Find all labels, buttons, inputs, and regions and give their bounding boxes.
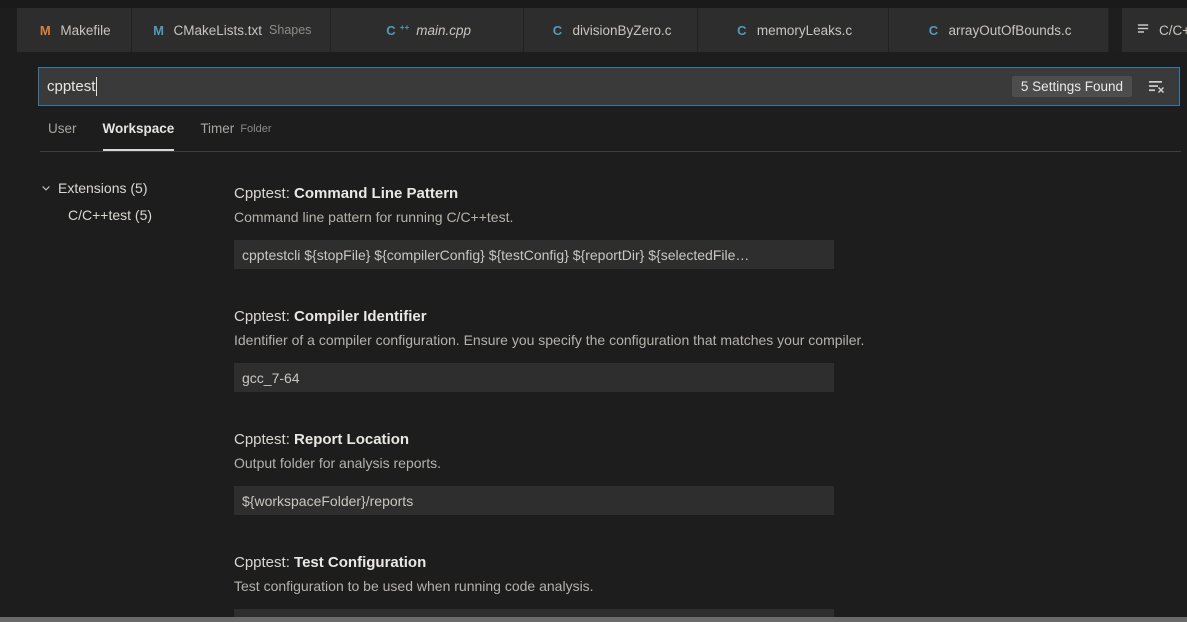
setting-category: Cpptest: <box>234 308 294 325</box>
setting-label: Command Line Pattern <box>294 185 458 202</box>
setting-category: Cpptest: <box>234 554 294 571</box>
tab-memoryleaks[interactable]: C memoryLeaks.c <box>698 8 889 52</box>
tab-label: arrayOutOfBounds.c <box>948 23 1071 38</box>
cpp-file-icon-plus: ++ <box>400 23 409 32</box>
settings-list: Cpptest: Command Line Pattern Command li… <box>234 152 1187 622</box>
setting-test-configuration: Cpptest: Test Configuration Test configu… <box>234 553 1187 622</box>
tab-arrayoutofbounds[interactable]: C arrayOutOfBounds.c <box>889 8 1109 52</box>
toc-item-cpptest[interactable]: C/C++test (5) <box>40 204 234 226</box>
tab-label: Makefile <box>60 23 110 38</box>
setting-description: Command line pattern for running C/C++te… <box>234 208 1187 226</box>
settings-search-input[interactable]: cpptest 5 Settings Found <box>38 67 1180 106</box>
cmake-file-icon: M <box>151 23 167 38</box>
search-query-text: cpptest <box>47 78 95 95</box>
setting-title: Cpptest: Compiler Identifier <box>234 307 1187 327</box>
clear-filters-button[interactable] <box>1144 75 1169 98</box>
tab-settings-editor[interactable]: C/C+ <box>1122 8 1187 52</box>
command-line-pattern-input[interactable] <box>234 240 834 269</box>
setting-description: Identifier of a compiler configuration. … <box>234 331 1187 349</box>
setting-description: Output folder for analysis reports. <box>234 454 1187 472</box>
tab-label: main.cpp <box>416 23 471 38</box>
c-file-icon: C <box>925 23 941 38</box>
tab-label: divisionByZero.c <box>572 23 671 38</box>
compiler-identifier-input[interactable] <box>234 363 834 392</box>
tab-folder-hint: Shapes <box>269 23 311 37</box>
setting-title: Cpptest: Test Configuration <box>234 553 1187 573</box>
scope-tab-user[interactable]: User <box>48 106 77 151</box>
setting-label: Report Location <box>294 431 409 448</box>
window-bottom-edge <box>0 617 1187 622</box>
settings-scope-tabs: User Workspace Timer Folder <box>40 106 1181 152</box>
setting-command-line-pattern: Cpptest: Command Line Pattern Command li… <box>234 184 1187 269</box>
text-caret <box>96 77 97 96</box>
setting-compiler-identifier: Cpptest: Compiler Identifier Identifier … <box>234 307 1187 392</box>
window-top-edge <box>0 0 1187 8</box>
settings-content: Extensions (5) C/C++test (5) Cpptest: Co… <box>0 152 1187 622</box>
settings-found-badge: 5 Settings Found <box>1012 76 1132 97</box>
scope-tab-label: Workspace <box>103 121 175 136</box>
setting-title: Cpptest: Command Line Pattern <box>234 184 1187 204</box>
scope-tab-label: Timer <box>200 121 234 136</box>
scope-tab-timer-folder[interactable]: Timer Folder <box>200 106 271 151</box>
setting-label: Test Configuration <box>294 554 426 571</box>
settings-toc: Extensions (5) C/C++test (5) <box>0 152 234 231</box>
chevron-down-icon[interactable] <box>40 182 52 194</box>
settings-list-icon <box>1136 21 1152 39</box>
c-file-icon: C <box>549 23 565 38</box>
report-location-input[interactable] <box>234 486 834 515</box>
setting-category: Cpptest: <box>234 185 294 202</box>
tab-bar-left-gap <box>0 8 17 52</box>
tab-main-cpp[interactable]: C ++ main.cpp <box>331 8 524 52</box>
tab-label: C/C+ <box>1159 23 1187 38</box>
scope-tab-workspace[interactable]: Workspace <box>103 106 175 151</box>
tab-bar-gap <box>1109 8 1122 52</box>
tab-divisionbyzero[interactable]: C divisionByZero.c <box>524 8 698 52</box>
scope-tab-suffix: Folder <box>240 123 271 135</box>
tab-cmakelists[interactable]: M CMakeLists.txt Shapes <box>132 8 331 52</box>
scope-tab-label: User <box>48 121 77 136</box>
cpp-file-icon: C <box>383 23 399 38</box>
vscode-window: M Makefile M CMakeLists.txt Shapes C ++ … <box>0 0 1187 622</box>
toc-item-label: Extensions (5) <box>58 180 147 196</box>
c-file-icon: C <box>734 23 750 38</box>
filter-clear-icon <box>1147 78 1166 95</box>
toc-item-extensions[interactable]: Extensions (5) <box>40 177 234 199</box>
setting-category: Cpptest: <box>234 431 294 448</box>
setting-report-location: Cpptest: Report Location Output folder f… <box>234 430 1187 515</box>
setting-description: Test configuration to be used when runni… <box>234 577 1187 595</box>
tab-label: memoryLeaks.c <box>757 23 852 38</box>
setting-title: Cpptest: Report Location <box>234 430 1187 450</box>
makefile-file-icon: M <box>37 23 53 38</box>
tab-makefile[interactable]: M Makefile <box>17 8 132 52</box>
editor-tab-bar: M Makefile M CMakeLists.txt Shapes C ++ … <box>0 8 1187 52</box>
setting-label: Compiler Identifier <box>294 308 427 325</box>
tab-label: CMakeLists.txt <box>174 23 263 38</box>
toc-item-label: C/C++test (5) <box>68 207 152 223</box>
